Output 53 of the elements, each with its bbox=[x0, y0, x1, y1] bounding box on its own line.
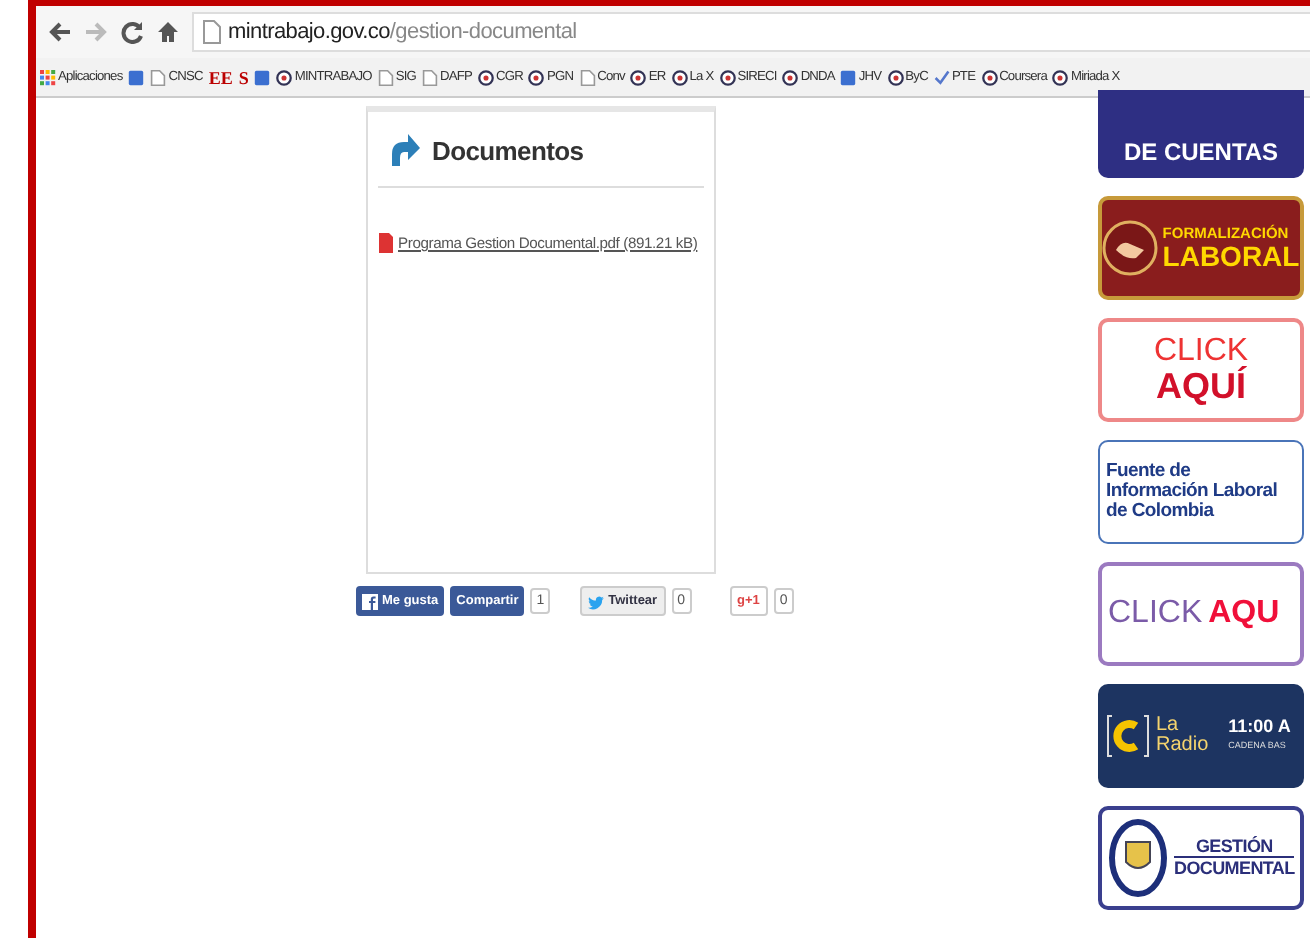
banner-text: GESTIÓN bbox=[1195, 838, 1273, 856]
banner-text: CLICK bbox=[1153, 336, 1249, 368]
bookmark[interactable] bbox=[128, 69, 145, 85]
banner-text: LABORAL bbox=[1162, 241, 1300, 270]
reload-icon[interactable] bbox=[120, 20, 144, 44]
facebook-icon bbox=[362, 593, 378, 609]
square-favicon-icon bbox=[128, 69, 145, 85]
banner-text: de Colombia bbox=[1106, 501, 1214, 522]
coat-of-arms-icon bbox=[1108, 818, 1168, 898]
banner-text: Fuente de bbox=[1106, 462, 1191, 483]
bird-icon bbox=[588, 593, 605, 609]
home-icon[interactable] bbox=[156, 20, 180, 44]
url-text: mintrabajo.gov.co/gestion-documental bbox=[228, 20, 577, 44]
document-management-banner[interactable]: GESTIÓN DOCUMENTAL bbox=[1098, 806, 1304, 910]
banner-text: Radio bbox=[1156, 736, 1209, 756]
banner-text: DOCUMENTAL bbox=[1174, 856, 1295, 878]
pdf-file-icon bbox=[378, 232, 394, 254]
page-icon bbox=[377, 69, 394, 85]
bookmark[interactable]: EE bbox=[208, 67, 233, 87]
round-favicon-icon bbox=[887, 69, 904, 85]
banner-text: AQUÍ bbox=[1156, 368, 1246, 404]
round-favicon-icon bbox=[981, 69, 998, 85]
round-favicon-icon bbox=[782, 69, 799, 85]
square-favicon-icon bbox=[840, 69, 857, 85]
labor-information-banner[interactable]: Fuente de Información Laboral de Colombia bbox=[1098, 440, 1304, 544]
section-title: Documentos bbox=[432, 135, 584, 165]
accountability-banner[interactable]: DE CUENTAS bbox=[1098, 90, 1304, 178]
round-favicon-icon bbox=[276, 69, 293, 85]
apps-grid-icon bbox=[40, 69, 56, 85]
page-icon bbox=[579, 69, 596, 85]
bookmark[interactable] bbox=[254, 69, 271, 85]
round-favicon-icon bbox=[719, 69, 736, 85]
round-favicon-icon bbox=[1052, 69, 1069, 85]
banner-text: AQU bbox=[1208, 598, 1280, 630]
round-favicon-icon bbox=[528, 69, 545, 85]
square-favicon-icon bbox=[254, 69, 271, 85]
page-icon bbox=[150, 69, 167, 85]
click-here-banner[interactable]: CLICK AQU bbox=[1098, 562, 1304, 666]
address-bar[interactable]: mintrabajo.gov.co/gestion-documental bbox=[192, 12, 1310, 52]
banner-text: Información Laboral bbox=[1106, 482, 1278, 502]
page-icon bbox=[202, 20, 222, 44]
banner-text: La bbox=[1156, 716, 1179, 736]
click-here-banner[interactable]: CLICK AQUÍ bbox=[1098, 318, 1304, 422]
banner-text: CLICK bbox=[1108, 598, 1203, 630]
banner-text: DE CUENTAS bbox=[1123, 140, 1279, 164]
round-favicon-icon bbox=[671, 69, 688, 85]
check-icon bbox=[933, 69, 950, 85]
round-favicon-icon bbox=[630, 69, 647, 85]
round-favicon-icon bbox=[478, 69, 495, 85]
back-icon[interactable] bbox=[48, 20, 72, 44]
banner-text: 11:00 A bbox=[1228, 717, 1291, 735]
page-icon bbox=[422, 69, 439, 85]
bookmark[interactable]: S bbox=[238, 67, 249, 87]
